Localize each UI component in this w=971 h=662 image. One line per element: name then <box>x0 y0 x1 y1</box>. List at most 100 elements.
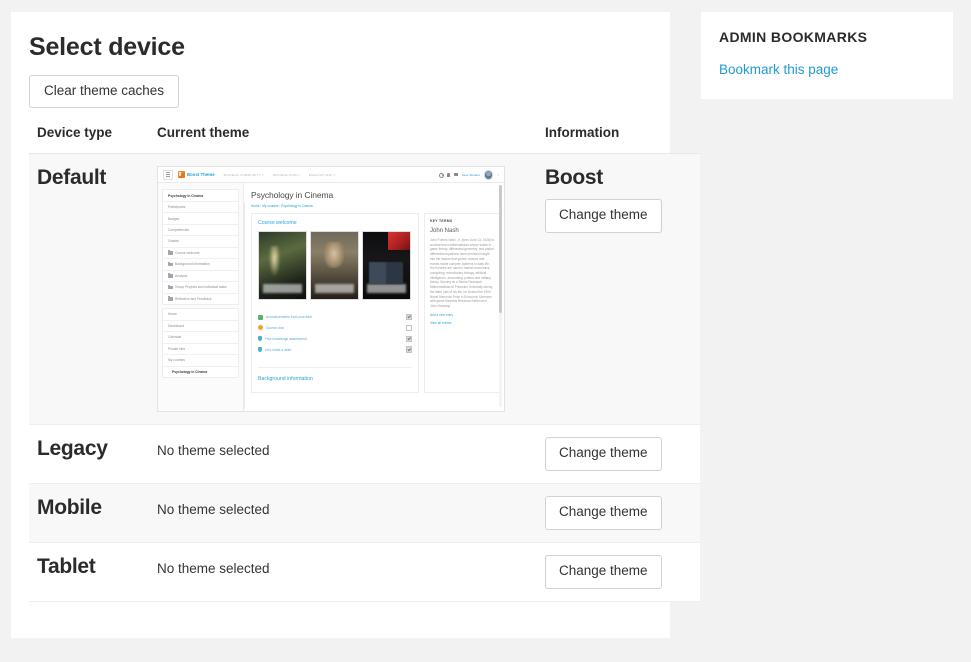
sidebar-item-participants: Participants <box>163 202 238 214</box>
moodle-logo-icon <box>178 171 185 179</box>
table-row-mobile: Mobile No theme selected Change theme <box>29 483 700 544</box>
questionnaire-icon <box>258 347 262 353</box>
information-cell: Change theme <box>537 483 700 544</box>
folder-icon <box>168 273 173 278</box>
sidebar-item-badges: Badges <box>163 213 238 225</box>
sidebar-item-competencies: Competencies <box>163 225 238 237</box>
chat-icon <box>258 325 263 331</box>
device-type-label: Mobile <box>29 483 149 544</box>
admin-bookmarks-title: ADMIN BOOKMARKS <box>719 29 868 45</box>
table-header-row: Device type Current theme Information <box>29 125 700 155</box>
sidebar-item-background-information: Background information <box>163 259 238 271</box>
add-new-entry-link: Add a new entry <box>430 312 454 317</box>
movie-poster-image <box>258 230 307 300</box>
sidebar-item-analysis: Analysis <box>163 271 238 283</box>
current-theme-cell: No theme selected <box>149 483 537 544</box>
key-terms-entry-body: John Forbes Nash, Jr. (born June 13, 192… <box>430 237 494 309</box>
change-theme-button-mobile[interactable]: Change theme <box>545 496 662 531</box>
page-title: Select device <box>29 33 185 61</box>
completion-checkbox <box>405 324 412 332</box>
change-theme-button-tablet[interactable]: Change theme <box>545 555 662 589</box>
no-theme-selected-text: No theme selected <box>157 443 270 459</box>
preview-sidebar-scrollbar <box>243 203 245 410</box>
sidebar-item-group-projects: Group Projects and individual tasks <box>163 282 238 294</box>
no-theme-selected-text: No theme selected <box>157 561 270 577</box>
preview-main-column: Psychology in Cinema Home / My courses /… <box>244 183 504 411</box>
nav-item-language: ENGLISH (EN) ▾ <box>308 172 336 177</box>
folder-icon <box>168 284 173 290</box>
view-all-entries-link: View all entries <box>430 320 452 325</box>
sidebar-item-my-course-psychology: Psychology in Cinema <box>172 369 208 374</box>
chevron-down-icon: ▾ <box>497 172 499 177</box>
avatar <box>483 170 494 180</box>
preview-sidebar-primary-menu: Psychology in Cinema Participants Badges… <box>162 189 239 306</box>
table-row-default: Default Boost Theme MOODLE COMMUNITY ▾ M… <box>29 153 700 426</box>
movie-poster-image <box>310 230 359 300</box>
table-header: Device type Current theme Information <box>29 125 700 155</box>
bell-icon <box>447 173 451 177</box>
sidebar-item-private-files: Private files <box>163 344 238 356</box>
change-theme-button-legacy[interactable]: Change theme <box>545 437 662 472</box>
nav-item-community: MOODLE COMMUNITY ▾ <box>223 172 264 177</box>
table-row-legacy: Legacy No theme selected Change theme <box>29 424 700 485</box>
activity-label: Course chat <box>266 325 284 330</box>
preview-brand: Boost Theme <box>178 171 215 179</box>
column-header-device-type: Device type <box>29 125 149 155</box>
column-header-information: Information <box>537 125 700 155</box>
information-cell: Change theme <box>537 424 700 485</box>
table-row-tablet: Tablet No theme selected Change theme <box>29 542 700 602</box>
preview-navbar-right: Jane Student ▾ <box>439 170 499 180</box>
preview-course-header: Psychology in Cinema Home / My courses /… <box>251 183 500 213</box>
no-theme-selected-text: No theme selected <box>157 502 270 518</box>
bookmark-this-page-link[interactable]: Bookmark this page <box>719 62 838 77</box>
activity-label: Let's make a date! <box>264 347 292 352</box>
sidebar-item-reflection-feedback: Reflection and Feedback <box>163 294 238 304</box>
device-type-label: Legacy <box>29 424 149 485</box>
forum-icon <box>258 314 263 320</box>
hamburger-menu-icon <box>163 169 173 180</box>
information-cell: Change theme <box>537 542 700 602</box>
activity-row: Announcements from your tutor <box>258 312 412 323</box>
folder-icon <box>168 261 173 267</box>
user-name-label: Jane Student <box>461 172 480 177</box>
current-theme-cell: No theme selected <box>149 542 537 602</box>
activity-label: Prior knowledge assessment <box>264 336 307 341</box>
device-type-label: Tablet <box>29 542 149 602</box>
table-body: Default Boost Theme MOODLE COMMUNITY ▾ M… <box>29 153 700 602</box>
sidebar-item-my-courses: My courses <box>163 355 238 367</box>
preview-poster-gallery <box>258 230 412 300</box>
preview-key-terms-block: KEY TERMS John Nash John Forbes Nash, Jr… <box>424 212 500 393</box>
current-theme-cell: No theme selected <box>149 424 537 485</box>
activity-row: Let's make a date! <box>258 344 412 355</box>
completion-checkbox <box>405 346 412 353</box>
completion-checkbox <box>405 314 412 321</box>
theme-screenshot-preview: Boost Theme MOODLE COMMUNITY ▾ MOODLE.CO… <box>157 166 505 413</box>
change-theme-button-default[interactable]: Change theme <box>545 199 662 234</box>
right-sidebar: ADMIN BOOKMARKS Bookmark this page <box>701 12 953 99</box>
key-terms-title: KEY TERMS <box>430 218 453 223</box>
main-content-panel: Select device Clear theme caches Device … <box>11 12 700 638</box>
preview-section-title: Course welcome <box>258 219 297 226</box>
nav-item-moodle-com: MOODLE.COM ▾ <box>272 172 300 177</box>
clear-theme-caches-button[interactable]: Clear theme caches <box>29 74 180 109</box>
activity-label: Announcements from your tutor <box>266 315 313 320</box>
admin-bookmarks-block: ADMIN BOOKMARKS Bookmark this page <box>701 12 953 99</box>
sidebar-item-home: Home <box>163 309 238 321</box>
preview-content-row: Course welcome Announcements from your t… <box>251 212 500 393</box>
theme-preview-cell: Boost Theme MOODLE COMMUNITY ▾ MOODLE.CO… <box>149 153 537 426</box>
completion-checkbox <box>405 335 412 342</box>
folder-icon <box>168 296 173 301</box>
preview-page-scrollbar <box>499 185 502 408</box>
brand-name-label: Boost Theme <box>187 172 215 178</box>
sidebar-item-course-welcome: Course welcome <box>163 248 238 260</box>
questionnaire-icon <box>258 336 262 342</box>
device-type-label: Default <box>29 153 149 426</box>
activity-row: Course chat <box>258 323 412 334</box>
folder-icon <box>168 250 173 255</box>
preview-breadcrumb: Home / My courses / Psychology in Cinema <box>251 203 313 208</box>
preview-next-section-title: Background information <box>258 366 412 382</box>
preview-activity-list: Announcements from your tutor Course cha… <box>258 312 412 355</box>
current-theme-name: Boost <box>545 166 603 190</box>
preview-course-section: Course welcome Announcements from your t… <box>251 212 419 393</box>
message-icon <box>454 173 458 177</box>
